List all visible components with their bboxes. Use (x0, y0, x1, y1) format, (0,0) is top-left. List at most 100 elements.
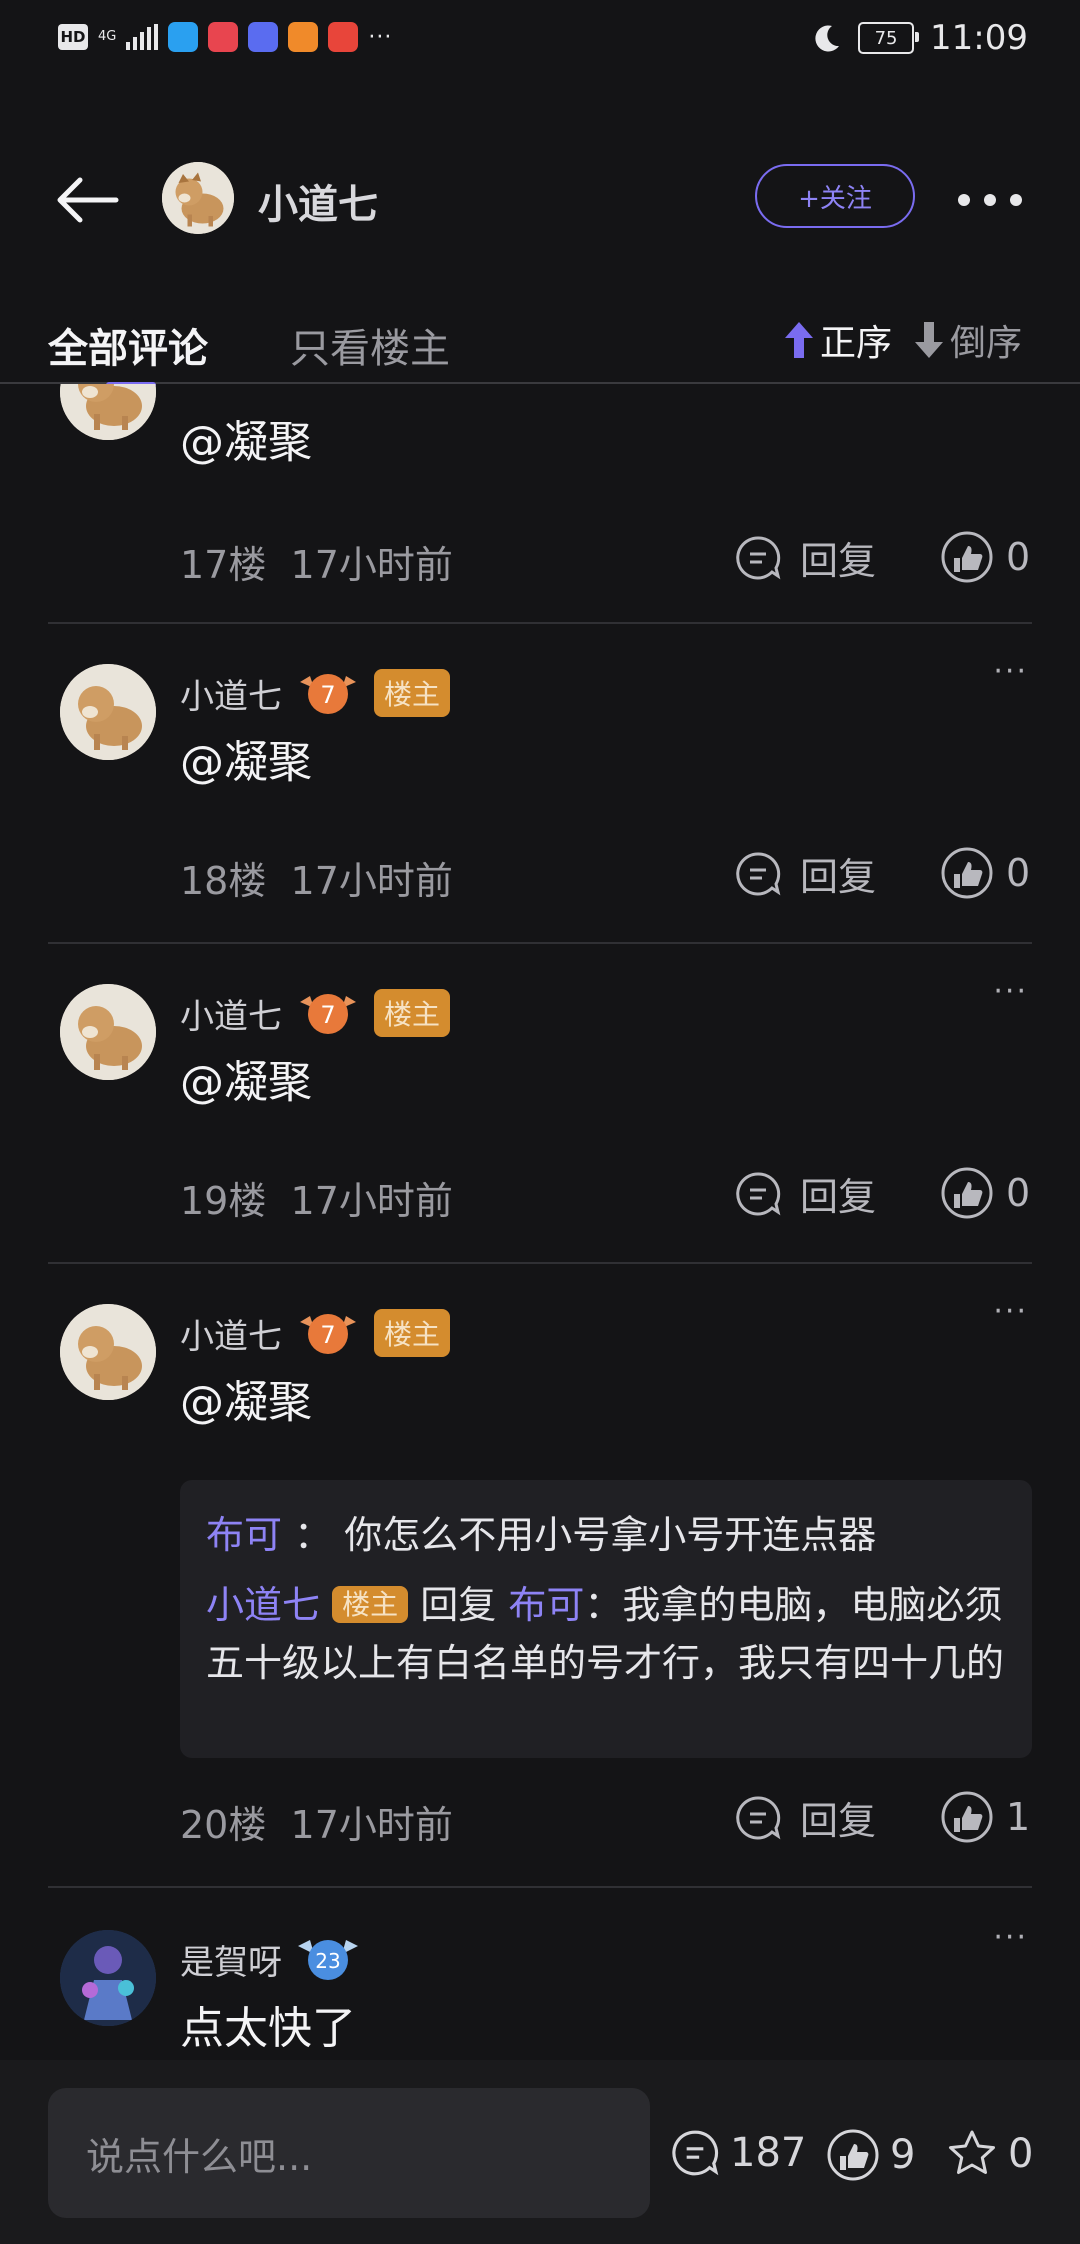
sort-ascending-button[interactable]: 正序 (782, 314, 892, 366)
comment-meta: 19楼 17小时前 (180, 1179, 453, 1223)
svg-text:7: 7 (320, 1001, 335, 1029)
network-type: 4G (98, 29, 117, 44)
comment-more-button[interactable]: ··· (993, 1920, 1028, 1955)
comment-bubble-icon (736, 1795, 781, 1839)
status-left: HD 4G ··· (58, 22, 392, 52)
sub-reply-2: 小道七 楼主 回复 布可：我拿的电脑，电脑必须五十级以上有白名单的号才行，我只有… (206, 1583, 1005, 1685)
level-badge-icon: 7 (300, 674, 356, 714)
comment-text: @凝聚 (180, 1057, 312, 1108)
reply-button[interactable]: 回复 (734, 846, 876, 901)
status-bar: HD 4G ··· 75 11:09 (0, 0, 1080, 80)
comment-meta: 20楼 17小时前 (180, 1803, 453, 1847)
commenter-avatar[interactable] (60, 384, 156, 440)
comment-bubble-icon (672, 2130, 719, 2176)
moon-icon (815, 25, 840, 52)
comment-text: 点太快了 (180, 2003, 356, 2054)
follow-button[interactable]: +关注 (755, 164, 915, 228)
svg-text:23: 23 (315, 1949, 340, 1973)
battery-icon: 75 (858, 22, 920, 54)
reader-app-icon (208, 22, 239, 52)
reply-button[interactable]: 回复 (734, 1790, 876, 1845)
sub-reply-target[interactable]: 布可 (508, 1583, 584, 1627)
hd-indicator: HD (58, 24, 88, 50)
comment-meta: 17楼 17小时前 (180, 543, 453, 587)
commenter-info: 小道七 7 楼主 (180, 988, 451, 1038)
owner-badge: 楼主 (374, 989, 451, 1037)
clock: 11:09 (930, 18, 1028, 58)
thumbs-up-icon (941, 847, 993, 899)
level-badge-icon: 23 (298, 1940, 358, 1980)
commenter-name[interactable]: 是賀呀 (180, 1935, 282, 1984)
like-button[interactable]: 0 (940, 1166, 1030, 1220)
comment-text: @凝聚 (180, 1377, 312, 1428)
star-icon (949, 2130, 995, 2174)
reply-button[interactable]: 回复 (734, 530, 876, 585)
divider (48, 622, 1032, 624)
comment-meta: 18楼 17小时前 (180, 859, 453, 903)
comment-text: @凝聚 (180, 737, 312, 788)
level-badge-icon: 7 (300, 994, 356, 1034)
tab-owner-only[interactable]: 只看楼主 (290, 316, 450, 374)
author-name[interactable]: 小道七 (258, 172, 378, 230)
sort-desc-label: 倒序 (950, 323, 1023, 364)
battery-level: 75 (874, 27, 898, 49)
owner-badge: 楼主 (374, 1309, 451, 1357)
comment-more-button[interactable]: ··· (993, 654, 1028, 689)
divider (48, 942, 1032, 944)
commenter-avatar[interactable] (60, 664, 156, 760)
comment-feed[interactable]: @凝聚 17楼 17小时前 回复 0 小道七 7 楼主 ··· @凝聚 18楼 … (0, 384, 1080, 2060)
owner-badge: 楼主 (332, 1586, 409, 1623)
sub-replies-box[interactable]: 布可 ： 你怎么不用小号拿小号开连点器 小道七 楼主 回复 布可：我拿的电脑，电… (180, 1480, 1032, 1758)
reply-word: 回复 (420, 1583, 497, 1627)
commenter-name[interactable]: 小道七 (180, 989, 282, 1038)
thumbs-up-icon (941, 1791, 993, 1843)
comments-count-button[interactable]: 187 (670, 2128, 806, 2178)
svg-text:7: 7 (320, 681, 335, 709)
comment-input[interactable]: 说点什么吧... (48, 2088, 650, 2218)
commenter-avatar[interactable] (60, 1930, 156, 2026)
back-arrow-icon (57, 177, 119, 223)
top-header: 小道七 +关注 (0, 150, 1080, 250)
favorite-button[interactable]: 0 (946, 2128, 1033, 2180)
comment-bubble-icon (736, 851, 781, 895)
more-notifications-icon: ··· (368, 24, 393, 50)
commenter-info: 小道七 7 楼主 (180, 668, 451, 718)
divider (48, 1886, 1032, 1888)
back-button[interactable] (52, 170, 122, 230)
sort-asc-label: 正序 (820, 323, 893, 364)
signal-icon (126, 24, 159, 50)
sort-descending-button[interactable]: 倒序 (912, 314, 1022, 366)
divider (48, 1262, 1032, 1264)
comment-text: @凝聚 (180, 417, 312, 468)
commenter-name[interactable]: 小道七 (180, 1309, 282, 1358)
likes-count-button[interactable]: 9 (826, 2128, 915, 2182)
like-button[interactable]: 1 (940, 1790, 1030, 1844)
reply-button[interactable]: 回复 (734, 1166, 876, 1221)
bottom-action-bar: 说点什么吧... 187 9 0 (0, 2060, 1080, 2244)
tab-all-comments[interactable]: 全部评论 (48, 316, 208, 388)
sub-reply-user[interactable]: 布可 (206, 1513, 282, 1557)
comment-more-button[interactable]: ··· (993, 974, 1028, 1009)
video-app-icon (288, 22, 319, 52)
like-button[interactable]: 0 (940, 530, 1030, 584)
sub-reply-text: 你怎么不用小号拿小号开连点器 (344, 1513, 877, 1557)
arrow-up-icon (785, 322, 813, 358)
status-right: 75 11:09 (812, 18, 1028, 58)
arrow-down-icon (915, 322, 943, 358)
comment-tabs: 全部评论 只看楼主 正序 倒序 (0, 300, 1080, 388)
like-button[interactable]: 0 (940, 846, 1030, 900)
thumbs-up-icon (827, 2129, 879, 2181)
owner-badge: 楼主 (374, 669, 451, 717)
commenter-name[interactable]: 小道七 (180, 669, 282, 718)
comment-more-button[interactable]: ··· (993, 1294, 1028, 1329)
comment-bubble-icon (736, 535, 781, 579)
author-avatar[interactable] (162, 162, 234, 234)
sub-reply-1: 布可 ： 你怎么不用小号拿小号开连点器 (206, 1513, 877, 1557)
commenter-avatar[interactable] (60, 1304, 156, 1400)
commenter-avatar[interactable] (60, 984, 156, 1080)
more-options-button[interactable] (958, 194, 1022, 208)
sub-reply-user[interactable]: 小道七 (206, 1583, 320, 1627)
taobao-app-icon (328, 22, 359, 52)
music-app-icon (248, 22, 279, 52)
commenter-info: 小道七 7 楼主 (180, 1308, 451, 1358)
